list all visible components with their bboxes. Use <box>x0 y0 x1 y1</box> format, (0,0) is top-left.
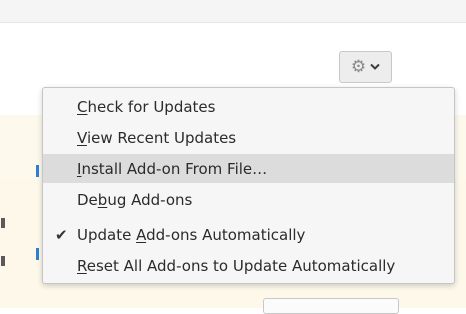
menu-item-label: Check for Updates <box>77 97 216 116</box>
menu-item-view-recent-updates[interactable]: View Recent Updates <box>43 123 454 152</box>
menu-item-reset-all[interactable]: Reset All Add-ons to Update Automaticall… <box>43 251 454 280</box>
link-fragment[interactable] <box>36 248 39 260</box>
menu-item-install-from-file[interactable]: Install Add-on From File… <box>43 154 454 183</box>
row-edge-mark <box>1 218 5 228</box>
menu-item-debug-add-ons[interactable]: Debug Add-ons <box>43 185 454 214</box>
menu-item-label: Update Add-ons Automatically <box>77 225 306 244</box>
menu-item-label: Install Add-on From File… <box>77 159 268 178</box>
gear-icon: ⚙ <box>350 56 367 77</box>
checkmark-icon: ✔ <box>55 225 68 244</box>
chevron-down-icon <box>370 63 380 70</box>
row-edge-mark <box>1 256 5 266</box>
menu-item-label: Reset All Add-ons to Update Automaticall… <box>77 256 396 275</box>
partial-button[interactable] <box>263 298 399 314</box>
link-fragment[interactable] <box>36 165 39 177</box>
menu-item-check-for-updates[interactable]: Check for Updates <box>43 92 454 121</box>
tools-menu-button[interactable]: ⚙ <box>339 51 392 83</box>
tools-dropdown-menu: Check for Updates View Recent Updates In… <box>42 87 455 284</box>
menu-item-label: Debug Add-ons <box>77 190 193 209</box>
top-bar <box>0 0 466 23</box>
menu-item-update-automatically[interactable]: ✔ Update Add-ons Automatically <box>43 220 454 249</box>
menu-item-label: View Recent Updates <box>77 128 237 147</box>
